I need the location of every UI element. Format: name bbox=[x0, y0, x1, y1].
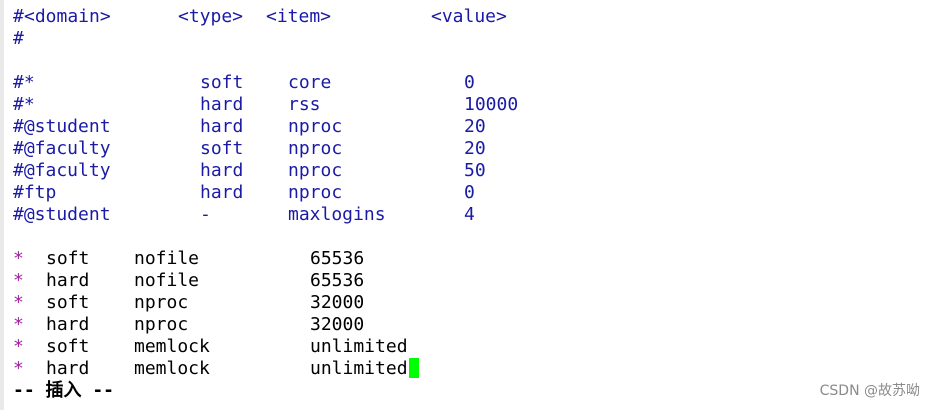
row-item: nofile bbox=[134, 248, 200, 269]
row-domain: #ftp bbox=[13, 182, 57, 203]
commented-row: #ftp hard nproc 0 bbox=[13, 182, 475, 204]
row-value: 20 bbox=[464, 138, 486, 159]
header-domain: <domain> bbox=[24, 6, 111, 27]
row-domain: #@faculty bbox=[13, 138, 111, 159]
row-type: hard bbox=[200, 94, 244, 115]
left-gutter bbox=[0, 0, 4, 410]
hash-only: # bbox=[13, 28, 24, 49]
row-domain: * bbox=[13, 314, 24, 335]
row-type: hard bbox=[200, 160, 244, 181]
commented-row: #@faculty hard nproc 50 bbox=[13, 160, 486, 182]
row-domain: #@student bbox=[13, 204, 111, 225]
text-cursor[interactable] bbox=[409, 358, 419, 378]
row-value: 4 bbox=[464, 204, 475, 225]
row-domain: * bbox=[13, 358, 24, 379]
row-type: hard bbox=[200, 182, 244, 203]
insert-mode-label: -- 插入 -- bbox=[13, 380, 115, 401]
row-value: unlimited bbox=[310, 336, 408, 357]
row-item: nproc bbox=[134, 292, 189, 313]
active-row: * soft nofile 65536 bbox=[13, 248, 364, 270]
mode-indicator: -- 插入 -- bbox=[13, 380, 114, 402]
hash-line: # bbox=[13, 28, 56, 50]
row-item: memlock bbox=[134, 358, 210, 379]
row-type: soft bbox=[46, 248, 90, 269]
active-row: * hard nproc 32000 bbox=[13, 314, 364, 336]
row-item: nofile bbox=[134, 270, 200, 291]
active-row: * hard nofile 65536 bbox=[13, 270, 364, 292]
row-item: memlock bbox=[134, 336, 210, 357]
row-item: nproc bbox=[288, 138, 343, 159]
header-line: # <domain> <type> <item> <value> bbox=[13, 6, 507, 28]
header-hash: # bbox=[13, 6, 24, 27]
row-type: - bbox=[200, 204, 211, 225]
row-type: soft bbox=[46, 292, 90, 313]
row-type: soft bbox=[46, 336, 90, 357]
header-type: <type> bbox=[178, 6, 244, 27]
header-item: <item> bbox=[266, 6, 332, 27]
row-domain: * bbox=[13, 292, 24, 313]
row-domain: * bbox=[13, 270, 24, 291]
row-value: 0 bbox=[464, 72, 475, 93]
row-value: 50 bbox=[464, 160, 486, 181]
row-type: hard bbox=[46, 358, 90, 379]
row-item: core bbox=[288, 72, 332, 93]
row-type: hard bbox=[200, 116, 244, 137]
row-value: 10000 bbox=[464, 94, 519, 115]
row-item: nproc bbox=[288, 160, 343, 181]
row-type: soft bbox=[200, 72, 244, 93]
row-domain: #@faculty bbox=[13, 160, 111, 181]
watermark: CSDN @故苏呦 bbox=[819, 383, 920, 399]
terminal-screen[interactable]: # # <domain> <type> <item> <value> # #* … bbox=[0, 0, 930, 410]
row-value: 32000 bbox=[310, 314, 365, 335]
row-value: 20 bbox=[464, 116, 486, 137]
commented-row: #@student - maxlogins 4 bbox=[13, 204, 475, 226]
row-domain: * bbox=[13, 336, 24, 357]
active-row: * soft nproc 32000 bbox=[13, 292, 364, 314]
row-domain: #* bbox=[13, 72, 35, 93]
header-value: <value> bbox=[431, 6, 507, 27]
row-item: rss bbox=[288, 94, 321, 115]
commented-row: #* soft core 0 bbox=[13, 72, 475, 94]
commented-row: #* hard rss 10000 bbox=[13, 94, 518, 116]
row-type: soft bbox=[200, 138, 244, 159]
row-type: hard bbox=[46, 270, 90, 291]
commented-row: #@student hard nproc 20 bbox=[13, 116, 486, 138]
row-item: nproc bbox=[288, 182, 343, 203]
row-value: 32000 bbox=[310, 292, 365, 313]
row-item: maxlogins bbox=[288, 204, 386, 225]
row-value: 0 bbox=[464, 182, 475, 203]
row-domain: * bbox=[13, 248, 24, 269]
active-row: * hard memlock unlimited bbox=[13, 358, 419, 380]
commented-row: #@faculty soft nproc 20 bbox=[13, 138, 486, 160]
row-value: 65536 bbox=[310, 270, 365, 291]
row-domain: #* bbox=[13, 94, 35, 115]
row-domain: #@student bbox=[13, 116, 111, 137]
active-row: * soft memlock unlimited bbox=[13, 336, 408, 358]
row-type: hard bbox=[46, 314, 90, 335]
row-item: nproc bbox=[288, 116, 343, 137]
row-item: nproc bbox=[134, 314, 189, 335]
row-value: 65536 bbox=[310, 248, 365, 269]
row-value: unlimited bbox=[310, 358, 408, 379]
